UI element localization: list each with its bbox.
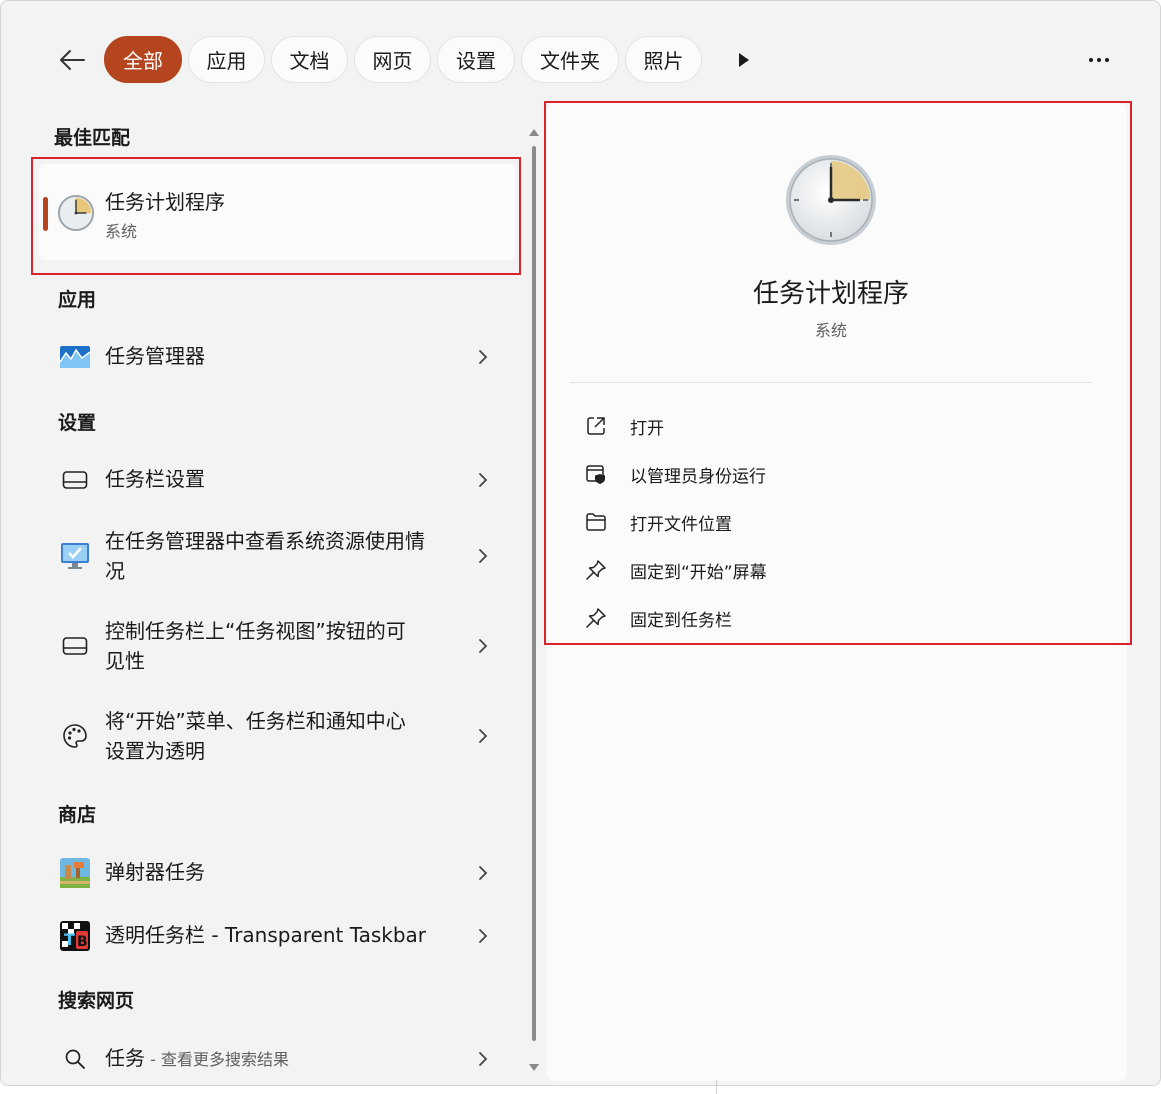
filter-tab-label: 全部 bbox=[123, 49, 163, 73]
highlight-box-detail bbox=[544, 101, 1132, 645]
list-item-web-search[interactable]: 任务 - 查看更多搜索结果 bbox=[39, 1036, 515, 1082]
filter-tab-folders[interactable]: 文件夹 bbox=[521, 36, 619, 83]
task-manager-icon bbox=[57, 339, 93, 375]
filter-tab-apps[interactable]: 应用 bbox=[188, 36, 265, 83]
svg-text:T: T bbox=[64, 930, 75, 949]
chevron-right-icon bbox=[473, 726, 493, 746]
list-item-label: 在任务管理器中查看系统资源使用情况 bbox=[105, 529, 425, 583]
scroll-down-arrow-icon[interactable] bbox=[528, 1058, 540, 1071]
chevron-right-icon bbox=[473, 470, 493, 490]
chevron-right-icon bbox=[473, 863, 493, 883]
svg-text:B: B bbox=[77, 934, 88, 950]
highlight-box-best-match bbox=[31, 157, 521, 275]
tb-app-icon: T B bbox=[57, 918, 93, 954]
search-icon bbox=[57, 1041, 93, 1077]
more-filters-button[interactable] bbox=[729, 45, 759, 75]
arrow-left-icon bbox=[60, 50, 85, 70]
list-item-resource-usage[interactable]: 在任务管理器中查看系统资源使用情况 bbox=[39, 523, 515, 589]
filter-tab-documents[interactable]: 文档 bbox=[271, 36, 348, 83]
scroll-up-arrow-icon[interactable] bbox=[528, 122, 540, 136]
settings-heading: 设置 bbox=[58, 412, 97, 434]
taskbar-icon bbox=[57, 628, 93, 664]
chevron-right-icon bbox=[473, 926, 493, 946]
list-item-task-manager[interactable]: 任务管理器 bbox=[39, 334, 515, 380]
list-item-label: 将“开始”菜单、任务栏和通知中心设置为透明 bbox=[105, 709, 406, 763]
ellipsis-icon bbox=[1089, 58, 1109, 62]
monitor-check-icon bbox=[57, 538, 93, 574]
list-item-transparent-taskbar[interactable]: T B 透明任务栏 - Transparent Taskbar bbox=[39, 913, 515, 959]
filter-tab-label: 照片 bbox=[643, 49, 684, 73]
palette-icon bbox=[57, 718, 93, 754]
filter-tab-label: 设置 bbox=[456, 49, 496, 73]
chevron-right-icon bbox=[473, 1049, 493, 1069]
play-icon bbox=[739, 53, 749, 67]
back-button[interactable] bbox=[51, 41, 93, 79]
filter-tab-label: 文件夹 bbox=[540, 49, 600, 73]
list-item-transparency[interactable]: 将“开始”菜单、任务栏和通知中心设置为透明 bbox=[39, 703, 515, 769]
list-item-label: 控制任务栏上“任务视图”按钮的可见性 bbox=[105, 619, 406, 673]
taskbar-icon bbox=[57, 462, 93, 498]
list-item-label: 透明任务栏 - Transparent Taskbar bbox=[105, 923, 427, 947]
list-item-label: 任务管理器 bbox=[105, 344, 205, 368]
filter-tab-label: 应用 bbox=[206, 49, 247, 73]
best-match-heading: 最佳匹配 bbox=[54, 127, 131, 149]
list-item-label: 弹射器任务 bbox=[105, 860, 205, 884]
filter-tab-all[interactable]: 全部 bbox=[104, 36, 182, 83]
filter-tab-photos[interactable]: 照片 bbox=[625, 36, 702, 83]
search-window: 全部 应用 文档 网页 设置 文件夹 照片 最佳匹配 任务计划程序 系统 应用 bbox=[0, 0, 1161, 1086]
more-options-button[interactable] bbox=[1081, 45, 1117, 75]
list-item-catapult-game[interactable]: 弹射器任务 bbox=[39, 850, 515, 896]
list-item-label: 任务栏设置 bbox=[105, 467, 205, 491]
chevron-right-icon bbox=[473, 546, 493, 566]
web-search-query: 任务 bbox=[105, 1046, 145, 1070]
game-icon bbox=[57, 855, 93, 891]
web-search-text: 任务 - 查看更多搜索结果 bbox=[105, 1043, 425, 1075]
filter-tab-settings[interactable]: 设置 bbox=[437, 36, 515, 83]
filter-tab-label: 网页 bbox=[372, 49, 413, 73]
taskbar-edge bbox=[716, 1080, 717, 1094]
list-item-taskbar-settings[interactable]: 任务栏设置 bbox=[39, 457, 515, 503]
web-search-hint: - 查看更多搜索结果 bbox=[145, 1050, 289, 1069]
list-item-task-view-visibility[interactable]: 控制任务栏上“任务视图”按钮的可见性 bbox=[39, 613, 515, 679]
chevron-right-icon bbox=[473, 636, 493, 656]
store-heading: 商店 bbox=[58, 804, 97, 826]
chevron-right-icon bbox=[473, 347, 493, 367]
web-search-heading: 搜索网页 bbox=[58, 990, 135, 1012]
filter-tab-web[interactable]: 网页 bbox=[354, 36, 431, 83]
apps-heading: 应用 bbox=[58, 289, 97, 311]
scroll-thumb[interactable] bbox=[532, 146, 536, 1041]
filter-tab-label: 文档 bbox=[289, 49, 330, 73]
